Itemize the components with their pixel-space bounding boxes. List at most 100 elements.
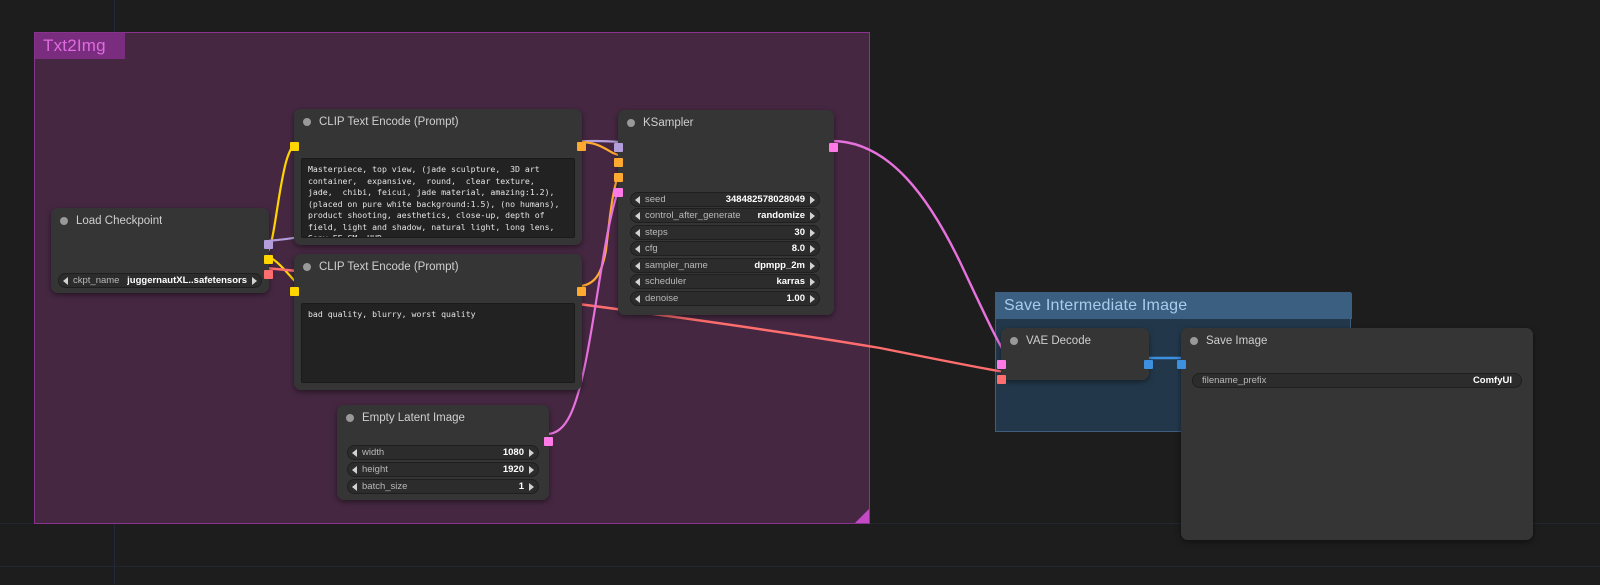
input-port-images[interactable]: [1177, 360, 1186, 369]
widget-scheduler[interactable]: scheduler karras: [630, 274, 820, 289]
node-body-save-image: filename_prefix ComfyUI: [1177, 354, 1533, 540]
increment-arrow-icon[interactable]: [529, 465, 534, 474]
widget-value: randomize: [757, 210, 805, 221]
input-port-model[interactable]: [614, 143, 623, 152]
increment-arrow-icon[interactable]: [810, 277, 815, 286]
widget-steps[interactable]: steps 30: [630, 225, 820, 240]
input-port-negative[interactable]: [614, 173, 623, 182]
input-port-clip[interactable]: [290, 287, 299, 296]
input-port-positive[interactable]: [614, 158, 623, 167]
node-header-load-checkpoint[interactable]: Load Checkpoint: [51, 208, 269, 234]
output-port-clip[interactable]: [264, 255, 273, 264]
node-save-image[interactable]: Save Image filename_prefix ComfyUI: [1177, 328, 1533, 540]
node-title-load-checkpoint: Load Checkpoint: [76, 215, 163, 227]
collapse-dot-icon[interactable]: [60, 217, 68, 225]
node-header-empty-latent-image[interactable]: Empty Latent Image: [337, 405, 549, 431]
decrement-arrow-icon[interactable]: [352, 482, 357, 491]
input-port-latent-image[interactable]: [614, 188, 623, 197]
input-port-samples[interactable]: [997, 360, 1006, 369]
widget-seed[interactable]: seed 348482578028049: [630, 192, 820, 207]
collapse-dot-icon[interactable]: [346, 414, 354, 422]
widget-cfg[interactable]: cfg 8.0: [630, 241, 820, 256]
widget-sampler-name[interactable]: sampler_name dpmpp_2m: [630, 258, 820, 273]
input-port-clip[interactable]: [290, 142, 299, 151]
decrement-arrow-icon[interactable]: [635, 228, 640, 237]
output-port-image[interactable]: [1144, 360, 1153, 369]
node-header-clip-negative[interactable]: CLIP Text Encode (Prompt): [294, 254, 582, 280]
widget-value: dpmpp_2m: [754, 260, 805, 271]
increment-arrow-icon[interactable]: [810, 228, 815, 237]
node-clip-text-encode-negative[interactable]: CLIP Text Encode (Prompt) bad quality, b…: [290, 254, 586, 390]
widget-width[interactable]: width 1080: [347, 445, 539, 460]
decrement-arrow-icon[interactable]: [635, 261, 640, 270]
widget-value: 1920: [502, 464, 524, 475]
widget-label: steps: [645, 227, 668, 238]
increment-arrow-icon[interactable]: [810, 294, 815, 303]
increment-arrow-icon[interactable]: [529, 448, 534, 457]
decrement-arrow-icon[interactable]: [63, 276, 68, 285]
widget-value: ComfyUI: [1472, 375, 1512, 386]
prompt-textarea-positive[interactable]: Masterpiece, top view, (jade sculpture, …: [301, 158, 575, 238]
node-vae-decode[interactable]: VAE Decode: [997, 328, 1153, 384]
output-port-latent[interactable]: [829, 143, 838, 152]
widget-label: sampler_name: [645, 260, 708, 271]
decrement-arrow-icon[interactable]: [352, 465, 357, 474]
collapse-dot-icon[interactable]: [627, 119, 635, 127]
decrement-arrow-icon[interactable]: [635, 211, 640, 220]
output-port-model[interactable]: [264, 240, 273, 249]
node-header-vae-decode[interactable]: VAE Decode: [1001, 328, 1149, 354]
increment-arrow-icon[interactable]: [810, 261, 815, 270]
widget-value: 30: [794, 227, 805, 238]
increment-arrow-icon[interactable]: [810, 211, 815, 220]
output-port-conditioning[interactable]: [577, 287, 586, 296]
node-header-save-image[interactable]: Save Image: [1181, 328, 1533, 354]
widget-ckpt-name[interactable]: ckpt_name juggernautXL..safetensors: [58, 273, 262, 288]
widget-label: denoise: [645, 293, 679, 304]
node-body-vae-decode: [997, 354, 1153, 384]
collapse-dot-icon[interactable]: [303, 118, 311, 126]
widget-label: cfg: [645, 243, 658, 254]
node-header-clip-positive[interactable]: CLIP Text Encode (Prompt): [294, 109, 582, 135]
widget-denoise[interactable]: denoise 1.00: [630, 291, 820, 306]
output-port-vae[interactable]: [264, 270, 273, 279]
increment-arrow-icon[interactable]: [810, 195, 815, 204]
increment-arrow-icon[interactable]: [529, 482, 534, 491]
decrement-arrow-icon[interactable]: [635, 277, 640, 286]
node-empty-latent-image[interactable]: Empty Latent Image width 1080 height 192…: [337, 405, 553, 500]
widget-height[interactable]: height 1920: [347, 462, 539, 477]
widget-label: batch_size: [362, 481, 408, 492]
graph-canvas[interactable]: Txt2Img Save Intermediate Image Load Che…: [0, 0, 1600, 585]
input-port-vae[interactable]: [997, 375, 1006, 384]
decrement-arrow-icon[interactable]: [635, 195, 640, 204]
node-title-save-image: Save Image: [1206, 335, 1268, 347]
node-clip-text-encode-positive[interactable]: CLIP Text Encode (Prompt) Masterpiece, t…: [290, 109, 586, 245]
node-title-empty-latent-image: Empty Latent Image: [362, 412, 465, 424]
widget-batch-size[interactable]: batch_size 1: [347, 479, 539, 494]
collapse-dot-icon[interactable]: [303, 263, 311, 271]
collapse-dot-icon[interactable]: [1190, 337, 1198, 345]
decrement-arrow-icon[interactable]: [352, 448, 357, 457]
output-port-latent[interactable]: [544, 437, 553, 446]
node-title-ksampler: KSampler: [643, 117, 694, 129]
increment-arrow-icon[interactable]: [252, 276, 257, 285]
node-header-ksampler[interactable]: KSampler: [618, 110, 834, 136]
group-title-txt2img: Txt2Img: [35, 33, 125, 59]
group-resize-handle-txt2img[interactable]: [855, 509, 869, 523]
widget-control-after-generate[interactable]: control_after_generate randomize: [630, 208, 820, 223]
output-port-conditioning[interactable]: [577, 142, 586, 151]
widget-label: height: [362, 464, 388, 475]
node-ksampler[interactable]: KSampler seed 348482578028049 control_af…: [614, 110, 838, 315]
widget-label: control_after_generate: [645, 210, 741, 221]
decrement-arrow-icon[interactable]: [635, 244, 640, 253]
increment-arrow-icon[interactable]: [810, 244, 815, 253]
prompt-textarea-negative[interactable]: bad quality, blurry, worst quality: [301, 303, 575, 383]
node-load-checkpoint[interactable]: Load Checkpoint ckpt_name juggernautXL..…: [51, 208, 273, 293]
widget-label: seed: [645, 194, 666, 205]
node-title-clip-positive: CLIP Text Encode (Prompt): [319, 116, 459, 128]
widget-label: scheduler: [645, 276, 687, 287]
collapse-dot-icon[interactable]: [1010, 337, 1018, 345]
widget-filename-prefix[interactable]: filename_prefix ComfyUI: [1192, 373, 1522, 388]
decrement-arrow-icon[interactable]: [635, 294, 640, 303]
widget-value: 1.00: [786, 293, 806, 304]
node-body-empty-latent-image: width 1080 height 1920 batch_size 1: [337, 431, 553, 500]
